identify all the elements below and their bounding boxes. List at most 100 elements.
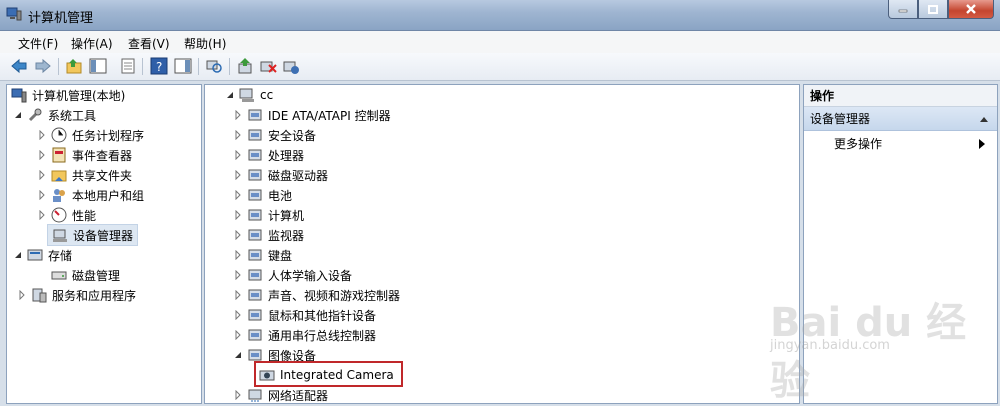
up-folder-icon[interactable]: [65, 57, 83, 75]
device-category[interactable]: 磁盘驱动器: [233, 165, 328, 185]
device-category-label: IDE ATA/ATAPI 控制器: [268, 108, 391, 123]
tree-storage[interactable]: 存储: [13, 245, 72, 265]
collapsed-arrow-icon[interactable]: [233, 330, 243, 340]
disable-device-icon[interactable]: [259, 57, 277, 75]
close-icon: [966, 4, 976, 14]
menu-help[interactable]: 帮助(H): [184, 35, 226, 52]
event-viewer-icon: [52, 147, 66, 163]
navigation-tree: 计算机管理(本地) 系统工具 任务计划程序 事件查看器 共享文件夹 本地用户和组…: [6, 84, 202, 404]
tree-disk-management[interactable]: 磁盘管理: [51, 265, 120, 285]
collapsed-arrow-icon[interactable]: [17, 290, 27, 300]
device-category[interactable]: 声音、视频和游戏控制器: [233, 285, 400, 305]
device-category[interactable]: IDE ATA/ATAPI 控制器: [233, 105, 391, 125]
collapsed-arrow-icon[interactable]: [37, 210, 47, 220]
menu-file[interactable]: 文件(F): [18, 35, 58, 52]
device-category[interactable]: 鼠标和其他指针设备: [233, 305, 376, 325]
menu-view[interactable]: 查看(V): [128, 35, 170, 52]
collapsed-arrow-icon[interactable]: [233, 390, 243, 400]
expanded-arrow-icon[interactable]: [225, 90, 235, 100]
maximize-button[interactable]: [918, 0, 948, 19]
collapsed-arrow-icon[interactable]: [233, 270, 243, 280]
collapsed-arrow-icon[interactable]: [233, 290, 243, 300]
collapsed-arrow-icon[interactable]: [37, 150, 47, 160]
tree-label: 设备管理器: [73, 228, 134, 243]
tree-task-scheduler[interactable]: 任务计划程序: [37, 125, 144, 145]
device-category-label: 网络适配器: [268, 388, 329, 403]
collapsed-arrow-icon[interactable]: [233, 170, 243, 180]
forward-icon[interactable]: [34, 57, 52, 75]
security-device-icon: [248, 129, 262, 141]
tree-system-tools[interactable]: 系统工具: [13, 105, 96, 125]
tree-label: 磁盘管理: [72, 268, 121, 283]
users-icon: [53, 189, 65, 202]
tree-root[interactable]: 计算机管理(本地): [11, 85, 125, 105]
computer-icon: [248, 209, 262, 221]
back-icon[interactable]: [10, 57, 28, 75]
services-icon: [32, 288, 47, 303]
close-button[interactable]: [948, 0, 994, 19]
collapsed-arrow-icon[interactable]: [233, 230, 243, 240]
toolbar: ?: [0, 53, 1000, 81]
storage-icon: [27, 249, 43, 261]
highlight-box: [254, 361, 403, 387]
device-category[interactable]: 电池: [233, 185, 292, 205]
export-list-icon[interactable]: [119, 57, 137, 75]
tree-performance[interactable]: 性能: [37, 205, 96, 225]
disk-drive-icon: [248, 169, 262, 181]
tree-label: 任务计划程序: [72, 128, 145, 143]
device-category[interactable]: 处理器: [233, 145, 304, 165]
actions-group-device-manager[interactable]: 设备管理器: [804, 107, 997, 131]
tree-shared-folders[interactable]: 共享文件夹: [37, 165, 132, 185]
tree-label: 本地用户和组: [72, 188, 145, 203]
tree-label: 事件查看器: [72, 148, 133, 163]
maximize-icon: [928, 4, 938, 14]
collapsed-arrow-icon[interactable]: [233, 150, 243, 160]
expanded-arrow-icon[interactable]: [13, 110, 23, 120]
device-category[interactable]: 人体学输入设备: [233, 265, 352, 285]
device-category-label: 通用串行总线控制器: [268, 328, 377, 343]
disk-icon: [51, 271, 67, 280]
show-hide-tree-icon[interactable]: [89, 57, 107, 75]
expanded-arrow-icon[interactable]: [233, 350, 243, 360]
device-category[interactable]: 网络适配器: [233, 385, 328, 405]
collapsed-arrow-icon[interactable]: [37, 170, 47, 180]
help-icon[interactable]: ?: [150, 57, 168, 75]
collapsed-arrow-icon[interactable]: [37, 190, 47, 200]
collapsed-arrow-icon[interactable]: [233, 250, 243, 260]
ide-controller-icon: [248, 109, 262, 121]
minimize-button[interactable]: [888, 0, 918, 19]
collapsed-arrow-icon[interactable]: [233, 110, 243, 120]
expanded-arrow-icon[interactable]: [13, 250, 23, 260]
tree-services-apps[interactable]: 服务和应用程序: [17, 285, 136, 305]
collapsed-arrow-icon[interactable]: [233, 190, 243, 200]
more-actions-label: 更多操作: [834, 137, 883, 151]
menu-action[interactable]: 操作(A): [71, 35, 113, 52]
tree-event-viewer[interactable]: 事件查看器: [37, 145, 132, 165]
collapsed-arrow-icon[interactable]: [233, 130, 243, 140]
tree-device-manager[interactable]: 设备管理器: [47, 224, 139, 246]
device-root[interactable]: cc: [225, 85, 273, 105]
computer-management-icon: [11, 88, 27, 103]
baidu-watermark-url: jingyan.baidu.com: [770, 338, 890, 353]
device-category[interactable]: 通用串行总线控制器: [233, 325, 376, 345]
collapsed-arrow-icon[interactable]: [233, 210, 243, 220]
more-actions-item[interactable]: 更多操作: [834, 135, 882, 152]
collapse-up-icon[interactable]: [979, 115, 989, 123]
uninstall-device-icon[interactable]: [282, 57, 300, 75]
update-driver-icon[interactable]: [236, 57, 254, 75]
collapsed-arrow-icon[interactable]: [233, 310, 243, 320]
collapsed-arrow-icon[interactable]: [37, 130, 47, 140]
device-category[interactable]: 安全设备: [233, 125, 316, 145]
performance-icon: [51, 207, 67, 223]
device-category[interactable]: 监视器: [233, 225, 304, 245]
processor-icon: [248, 149, 262, 161]
scan-hardware-icon[interactable]: [205, 57, 223, 75]
device-category[interactable]: 计算机: [233, 205, 304, 225]
show-hide-action-pane-icon[interactable]: [174, 57, 192, 75]
device-category[interactable]: 键盘: [233, 245, 292, 265]
computer-name: cc: [260, 88, 274, 102]
tree-local-users[interactable]: 本地用户和组: [37, 185, 144, 205]
mouse-icon: [248, 309, 262, 321]
menu-bar: 文件(F) 操作(A) 查看(V) 帮助(H): [0, 31, 1000, 54]
actions-group-label: 设备管理器: [810, 112, 871, 126]
